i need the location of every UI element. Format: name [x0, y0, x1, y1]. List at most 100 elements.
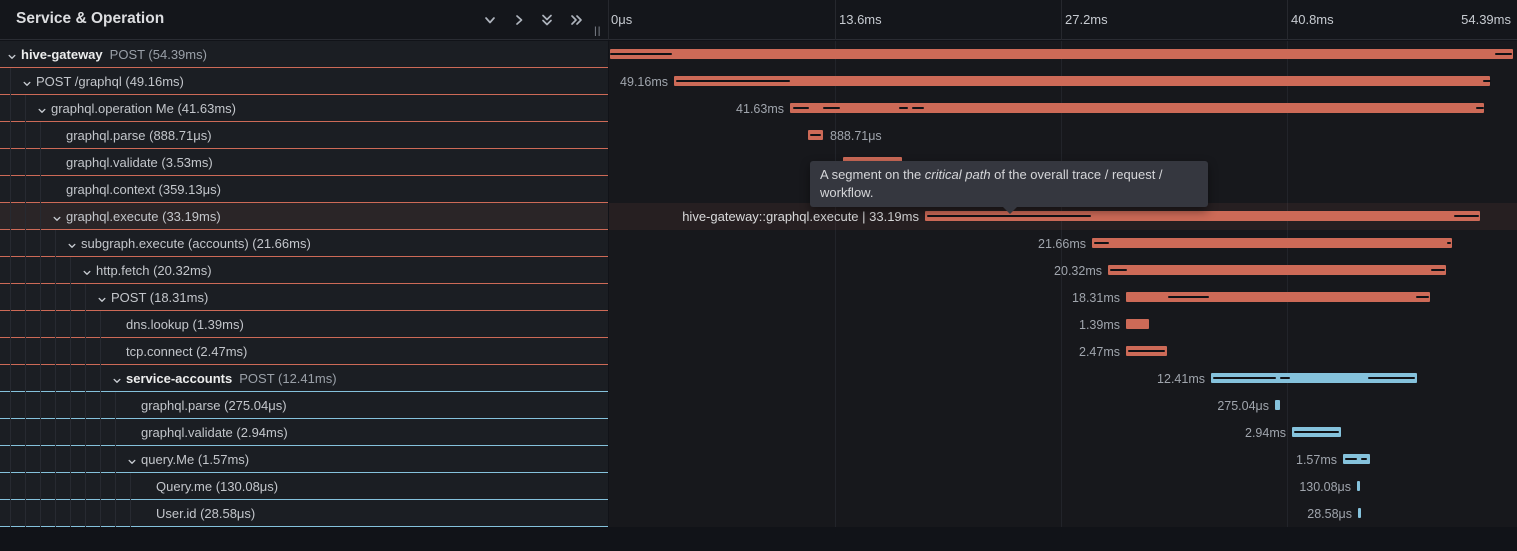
indent-guide — [25, 257, 26, 284]
collapse-chevron-icon[interactable] — [97, 292, 107, 302]
indent-guide — [85, 473, 86, 500]
span-label: http.fetch (20.32ms) — [96, 263, 212, 278]
critical-path-segment — [1213, 377, 1276, 379]
indent-guide — [40, 122, 41, 149]
tree-row[interactable]: subgraph.execute (accounts) (21.66ms) — [0, 230, 608, 257]
indent-guide — [40, 473, 41, 500]
tree-row[interactable]: POST /graphql (49.16ms) — [0, 68, 608, 95]
tree-row[interactable]: service-accountsPOST (12.41ms) — [0, 365, 608, 392]
collapse-chevron-icon[interactable] — [112, 373, 122, 383]
collapse-chevron-icon[interactable] — [22, 76, 32, 86]
indent-guide — [55, 284, 56, 311]
span-duration-bar[interactable] — [610, 49, 1513, 59]
tree-row[interactable]: graphql.parse (888.71μs) — [0, 122, 608, 149]
tree-row[interactable]: graphql.context (359.13μs) — [0, 176, 608, 203]
tree-row[interactable]: http.fetch (20.32ms) — [0, 257, 608, 284]
indent-guide — [100, 446, 101, 473]
critical-path-segment — [1094, 242, 1109, 244]
span-duration-bar[interactable] — [1126, 319, 1149, 329]
span-label: Query.me (130.08μs) — [156, 479, 278, 494]
indent-guide — [85, 311, 86, 338]
tree-row[interactable]: POST (18.31ms) — [0, 284, 608, 311]
critical-path-segment — [1495, 53, 1512, 55]
tree-row[interactable]: hive-gatewayPOST (54.39ms) — [0, 41, 608, 68]
indent-guide — [70, 311, 71, 338]
footer-area — [0, 527, 1517, 551]
indent-guide — [25, 500, 26, 527]
tree-row[interactable]: graphql.execute (33.19ms) — [0, 203, 608, 230]
timeline-tick-label: 27.2ms — [1065, 12, 1108, 27]
indent-guide — [25, 203, 26, 230]
span-label: graphql.execute (33.19ms) — [66, 209, 221, 224]
collapse-chevron-icon[interactable] — [127, 454, 137, 464]
indent-guide — [100, 392, 101, 419]
indent-guide — [10, 500, 11, 527]
span-duration-label: 1.39ms — [1079, 318, 1120, 332]
waterfall-row: 49.16ms — [609, 68, 1517, 95]
chevron-down-icon[interactable] — [482, 12, 498, 28]
trace-viewer: Service & Operation || 0μs13.6ms27.2ms40… — [0, 0, 1517, 551]
span-label: graphql.parse (275.04μs) — [141, 398, 287, 413]
collapse-chevron-icon[interactable] — [7, 49, 17, 59]
span-label: graphql.operation Me (41.63ms) — [51, 101, 236, 116]
waterfall-row: 28.58μs — [609, 500, 1517, 527]
critical-path-segment — [1431, 269, 1445, 271]
span-duration-bar[interactable] — [1108, 265, 1446, 275]
indent-guide — [10, 68, 11, 95]
critical-path-segment — [1168, 296, 1209, 298]
indent-guide — [100, 419, 101, 446]
column-resize-handle[interactable]: || — [594, 25, 601, 37]
span-duration-bar[interactable] — [1275, 400, 1280, 410]
indent-guide — [70, 257, 71, 284]
tree-row[interactable]: graphql.validate (2.94ms) — [0, 419, 608, 446]
collapse-chevron-icon[interactable] — [82, 265, 92, 275]
collapse-chevron-icon[interactable] — [37, 103, 47, 113]
indent-guide — [10, 176, 11, 203]
indent-guide — [40, 419, 41, 446]
span-duration-label: 2.47ms — [1079, 345, 1120, 359]
double-chevron-down-icon[interactable] — [539, 12, 555, 28]
indent-guide — [25, 95, 26, 122]
double-chevron-right-icon[interactable] — [567, 12, 583, 28]
tree-row[interactable]: graphql.validate (3.53ms) — [0, 149, 608, 176]
waterfall-row: 2.47ms — [609, 338, 1517, 365]
tree-row[interactable]: graphql.parse (275.04μs) — [0, 392, 608, 419]
collapse-chevron-icon[interactable] — [67, 238, 77, 248]
tree-row[interactable]: graphql.operation Me (41.63ms) — [0, 95, 608, 122]
critical-path-segment — [1483, 80, 1491, 82]
span-label: graphql.parse (888.71μs) — [66, 128, 212, 143]
indent-guide — [25, 284, 26, 311]
indent-guide — [25, 311, 26, 338]
indent-guide — [70, 365, 71, 392]
critical-path-segment — [1416, 296, 1429, 298]
tree-row[interactable]: User.id (28.58μs) — [0, 500, 608, 527]
indent-guide — [10, 392, 11, 419]
span-label: dns.lookup (1.39ms) — [126, 317, 244, 332]
collapse-chevron-icon[interactable] — [52, 211, 62, 221]
tree-row[interactable]: Query.me (130.08μs) — [0, 473, 608, 500]
indent-guide — [10, 338, 11, 365]
span-duration-bar[interactable] — [1092, 238, 1452, 248]
indent-guide — [70, 500, 71, 527]
critical-path-segment — [793, 107, 809, 109]
indent-guide — [55, 338, 56, 365]
indent-guide — [115, 446, 116, 473]
span-duration-bar[interactable] — [1357, 481, 1360, 491]
indent-guide — [55, 311, 56, 338]
indent-guide — [70, 338, 71, 365]
tree-row[interactable]: tcp.connect (2.47ms) — [0, 338, 608, 365]
chevron-right-icon[interactable] — [511, 12, 527, 28]
indent-guide — [10, 446, 11, 473]
span-duration-bar[interactable] — [674, 76, 1490, 86]
tree-row[interactable]: dns.lookup (1.39ms) — [0, 311, 608, 338]
tree-row[interactable]: query.Me (1.57ms) — [0, 446, 608, 473]
span-duration-bar[interactable] — [1358, 508, 1361, 518]
critical-path-segment — [823, 107, 840, 109]
span-duration-label: 18.31ms — [1072, 291, 1120, 305]
service-operation-header: Service & Operation — [0, 0, 608, 40]
span-duration-bar[interactable] — [790, 103, 1484, 113]
critical-path-segment — [1368, 377, 1415, 379]
indent-guide — [55, 500, 56, 527]
critical-path-segment — [927, 215, 1091, 217]
span-duration-label: 12.41ms — [1157, 372, 1205, 386]
